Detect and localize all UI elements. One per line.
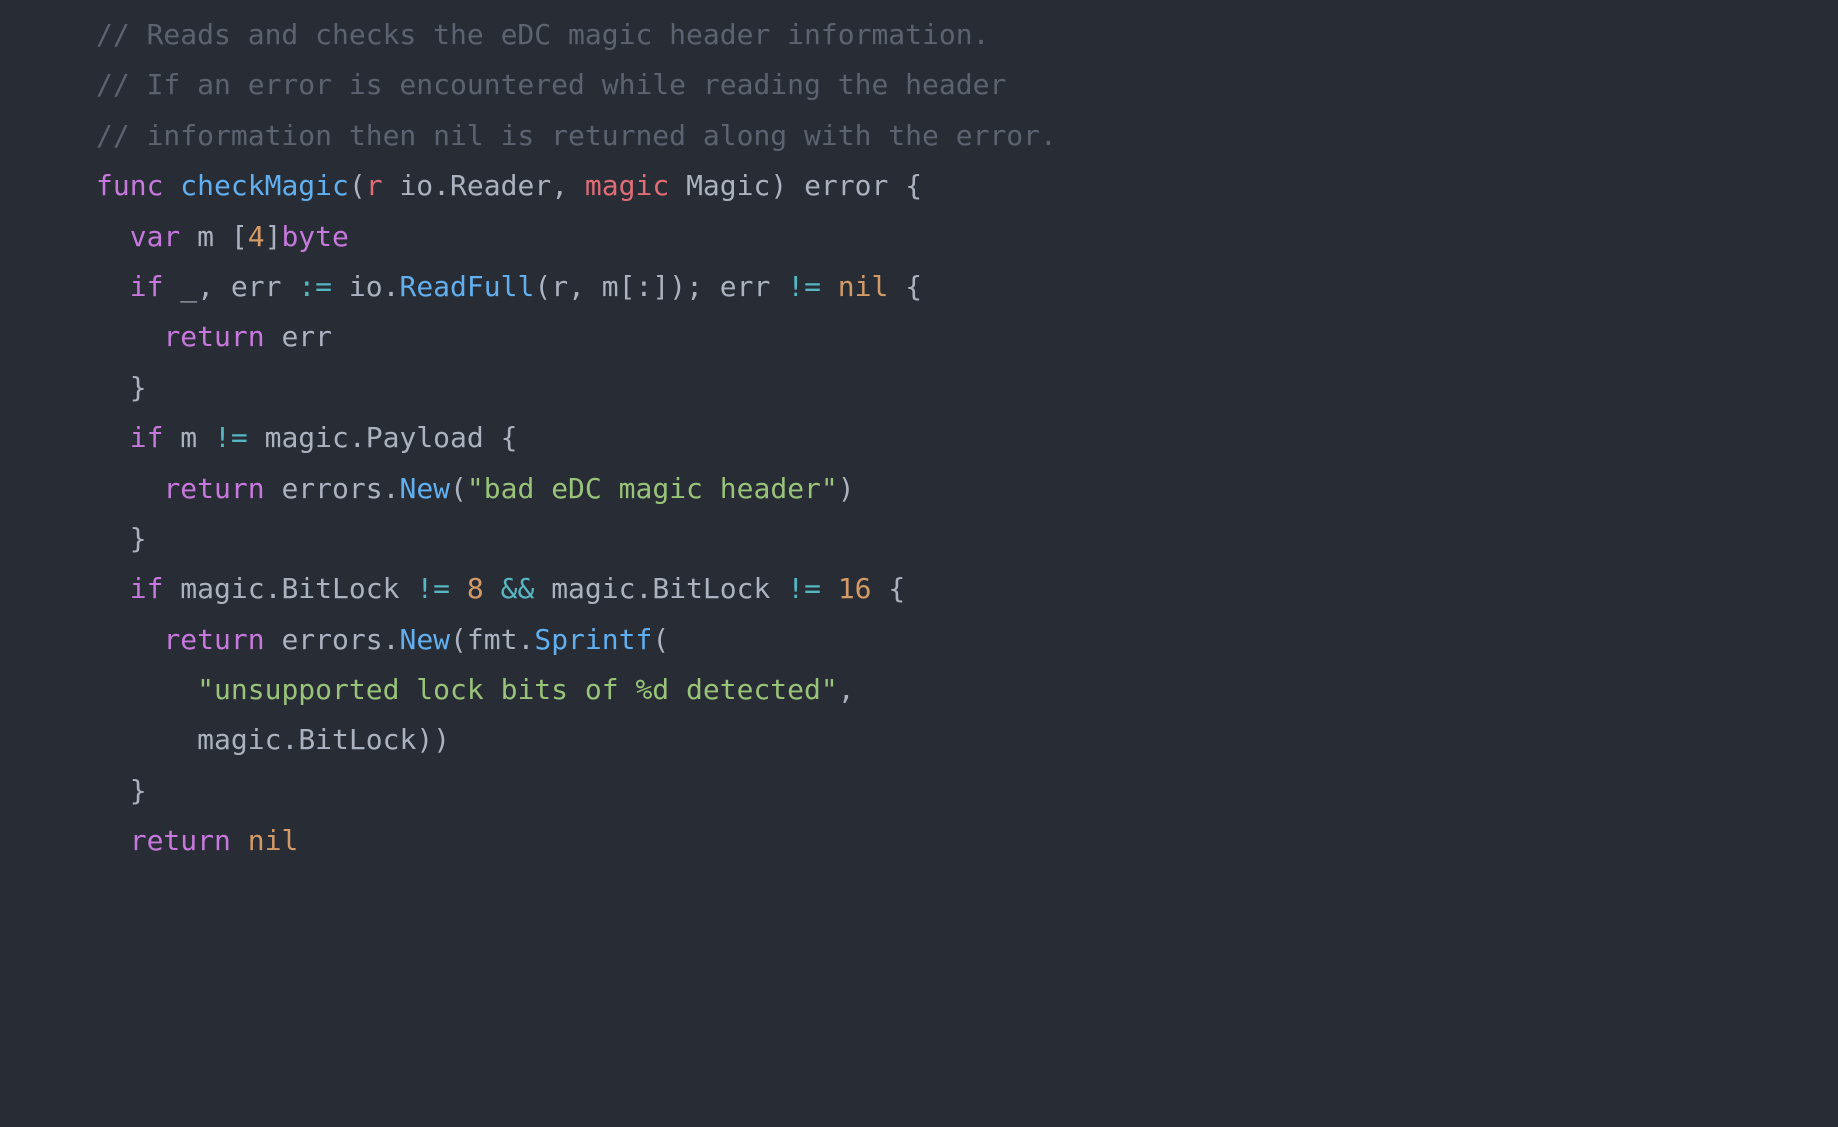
type-byte: byte — [281, 220, 348, 253]
keyword-func: func — [96, 169, 163, 202]
field: BitLock — [281, 572, 399, 605]
operator: != — [787, 270, 821, 303]
operator: := — [298, 270, 332, 303]
comment-line: // information then nil is returned alon… — [96, 119, 1057, 152]
keyword-var: var — [130, 220, 181, 253]
type: error — [804, 169, 888, 202]
param: magic — [585, 169, 669, 202]
identifier: m — [197, 220, 214, 253]
const-nil: nil — [838, 270, 889, 303]
type: Reader — [450, 169, 551, 202]
function-name: checkMagic — [180, 169, 349, 202]
keyword-if: if — [130, 421, 164, 454]
punct: ( — [349, 169, 366, 202]
operator: && — [501, 572, 535, 605]
string-literal: "bad eDC magic header" — [467, 472, 838, 505]
identifier: err — [231, 270, 282, 303]
method: ReadFull — [399, 270, 534, 303]
keyword-if: if — [130, 270, 164, 303]
param: r — [366, 169, 383, 202]
string-literal: "unsupported lock bits of %d detected" — [197, 673, 838, 706]
method: New — [399, 472, 450, 505]
field: Payload — [366, 421, 484, 454]
comment-line: // If an error is encountered while read… — [96, 68, 1006, 101]
keyword-return: return — [130, 824, 231, 857]
comment-line: // Reads and checks the eDC magic header… — [96, 18, 989, 51]
number: 8 — [467, 572, 484, 605]
keyword-return: return — [163, 472, 264, 505]
number: 4 — [248, 220, 265, 253]
number: 16 — [838, 572, 872, 605]
method: Sprintf — [534, 623, 652, 656]
type: Magic — [686, 169, 770, 202]
keyword-if: if — [130, 572, 164, 605]
type-pkg: io — [399, 169, 433, 202]
keyword-return: return — [163, 320, 264, 353]
const-nil: nil — [248, 824, 299, 857]
keyword-return: return — [163, 623, 264, 656]
code-block: // Reads and checks the eDC magic header… — [0, 10, 1838, 867]
